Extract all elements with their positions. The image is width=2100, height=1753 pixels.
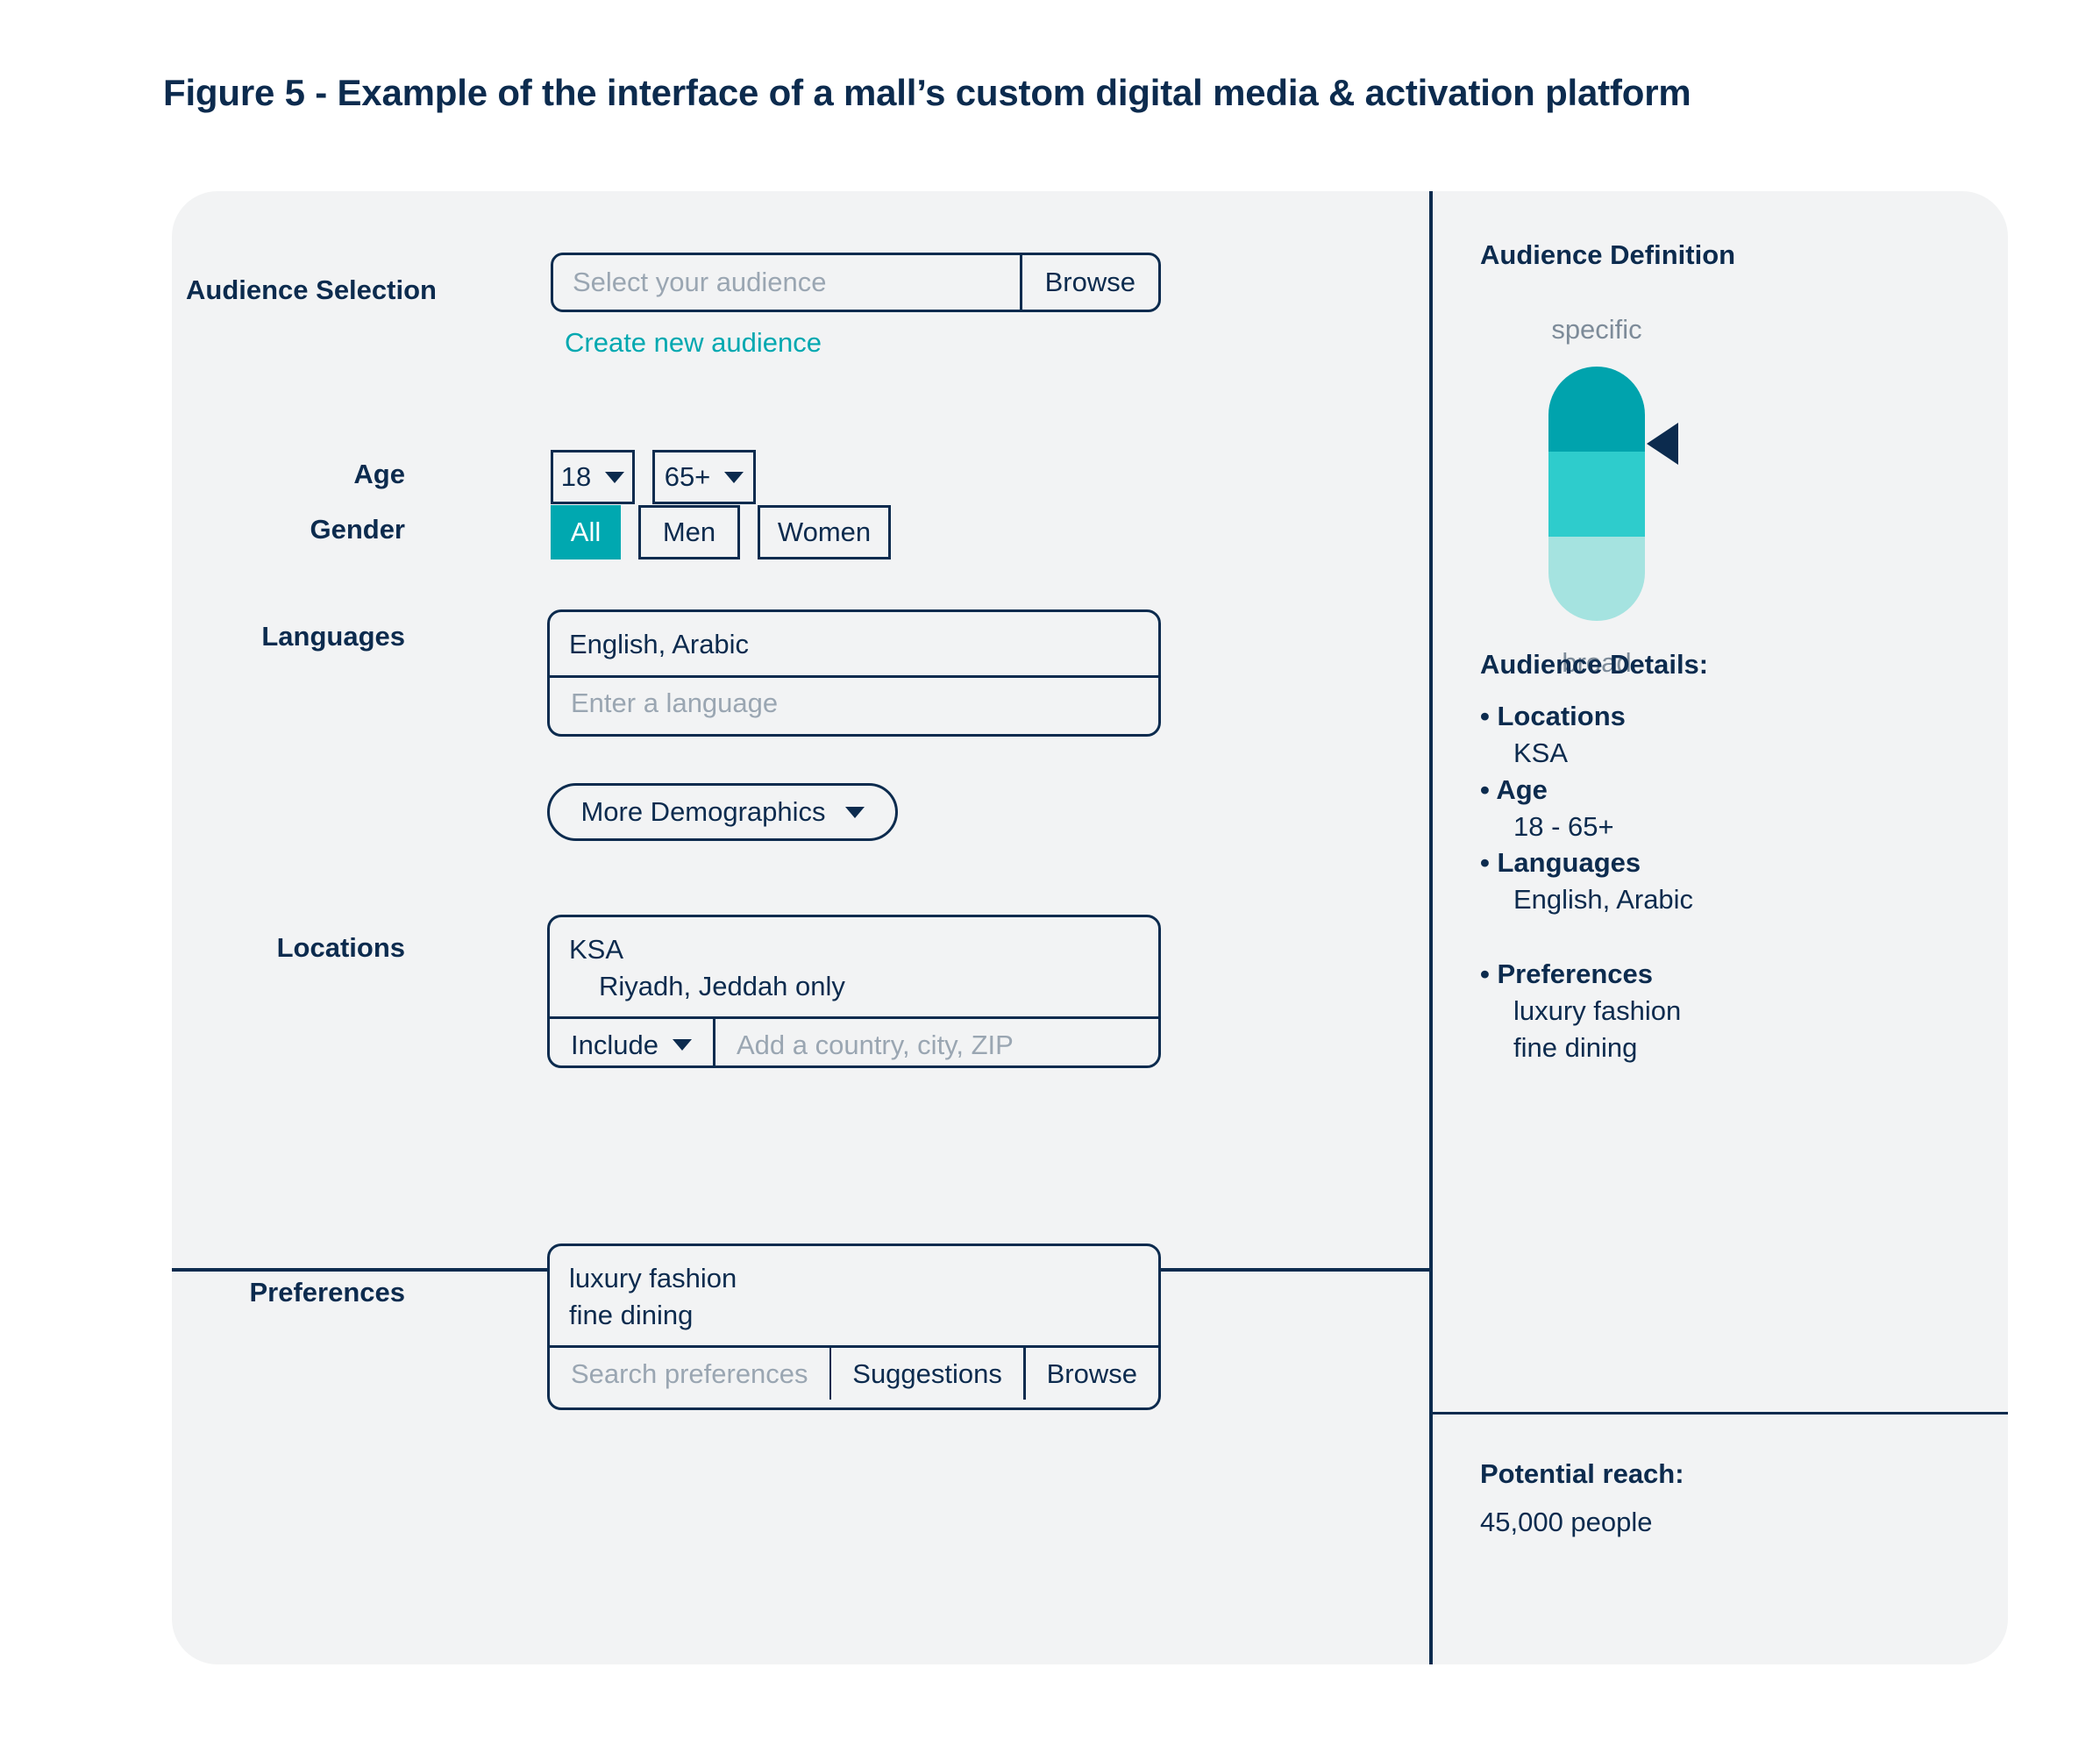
gender-option-men-label: Men xyxy=(662,517,716,547)
locations-mode-select[interactable]: Include xyxy=(550,1019,713,1065)
meter-band-broad xyxy=(1548,536,1645,621)
preferences-label: Preferences xyxy=(249,1277,405,1308)
detail-group-languages: • Languages English, Arabic xyxy=(1480,844,1693,918)
chevron-down-icon xyxy=(724,471,744,483)
locations-label: Locations xyxy=(276,932,405,963)
audience-definition-title: Audience Definition xyxy=(1480,239,1736,270)
detail-age-label: • Age xyxy=(1480,774,1548,805)
preferences-selected-list: luxury fashion fine dining xyxy=(550,1246,1158,1345)
audience-details-title: Audience Details: xyxy=(1480,649,1709,680)
gender-label: Gender xyxy=(310,514,405,545)
detail-preferences-label: • Preferences xyxy=(1480,958,1653,989)
audience-browse-button[interactable]: Browse xyxy=(1022,255,1158,310)
potential-reach-value: 45,000 people xyxy=(1480,1507,1653,1537)
audience-selection-label: Audience Selection xyxy=(186,274,437,305)
locations-mode-label: Include xyxy=(571,1029,658,1060)
platform-card: Audience Selection Select your audience … xyxy=(172,191,2008,1664)
gender-option-women-label: Women xyxy=(777,517,872,547)
chevron-down-icon xyxy=(672,1039,692,1051)
meter-band-specific xyxy=(1548,367,1645,453)
preferences-browse-button[interactable]: Browse xyxy=(1026,1348,1158,1400)
page-title: Figure 5 - Example of the interface of a… xyxy=(163,72,1691,113)
locations-input-row[interactable]: Include Add a country, city, ZIP xyxy=(550,1016,1158,1065)
detail-locations-value: KSA xyxy=(1513,737,1569,768)
age-max-value: 65+ xyxy=(664,461,711,492)
detail-age-value: 18 - 65+ xyxy=(1513,810,1614,842)
age-max-select[interactable]: 65+ xyxy=(652,450,756,504)
locations-field[interactable]: KSA Riyadh, Jeddah only Include Add a co… xyxy=(547,915,1161,1068)
meter-caption-specific: specific xyxy=(1551,314,1642,345)
audience-selection-input[interactable]: Select your audience xyxy=(553,255,1020,310)
preferences-input-row[interactable]: Search preferences Suggestions Browse xyxy=(550,1345,1158,1400)
potential-reach-title: Potential reach: xyxy=(1480,1458,1684,1489)
more-demographics-button[interactable]: More Demographics xyxy=(547,783,898,841)
detail-locations-label: • Locations xyxy=(1480,701,1626,731)
gender-option-women[interactable]: Women xyxy=(758,505,891,559)
preferences-selected-value-2: fine dining xyxy=(569,1299,694,1330)
chevron-down-icon xyxy=(605,471,625,483)
locations-input[interactable]: Add a country, city, ZIP xyxy=(715,1019,1158,1065)
detail-languages-value: English, Arabic xyxy=(1513,883,1694,915)
detail-group-age: • Age 18 - 65+ xyxy=(1480,772,1614,845)
chevron-down-icon xyxy=(844,806,865,818)
age-min-value: 18 xyxy=(560,461,592,492)
age-min-select[interactable]: 18 xyxy=(551,450,635,504)
gender-option-all-label: All xyxy=(570,517,602,547)
languages-input[interactable]: Enter a language xyxy=(550,678,1158,730)
detail-group-preferences: • Preferences luxury fashion fine dining xyxy=(1480,956,1681,1066)
gender-option-men[interactable]: Men xyxy=(638,505,740,559)
detail-group-locations: • Locations KSA xyxy=(1480,698,1626,772)
summary-horizontal-divider xyxy=(1429,1412,2008,1415)
locations-cities-value: Riyadh, Jeddah only xyxy=(599,970,845,1001)
detail-languages-label: • Languages xyxy=(1480,847,1641,878)
gender-option-all[interactable]: All xyxy=(551,505,621,559)
locations-country-value: KSA xyxy=(569,934,624,965)
meter-band-medium xyxy=(1548,452,1645,537)
languages-input-row[interactable]: Enter a language xyxy=(550,674,1158,730)
preferences-field[interactable]: luxury fashion fine dining Search prefer… xyxy=(547,1243,1161,1410)
detail-preferences-value-2: fine dining xyxy=(1513,1031,1638,1063)
more-demographics-label: More Demographics xyxy=(580,796,826,827)
create-new-audience-link[interactable]: Create new audience xyxy=(565,327,822,359)
figure-page: Figure 5 - Example of the interface of a… xyxy=(0,0,2100,1753)
audience-selection-field[interactable]: Select your audience Browse xyxy=(551,253,1161,312)
meter-pointer-icon xyxy=(1647,423,1678,465)
languages-label: Languages xyxy=(261,621,405,652)
preferences-suggestions-button[interactable]: Suggestions xyxy=(831,1348,1023,1400)
languages-selected-value: English, Arabic xyxy=(569,629,750,659)
languages-selected-list: English, Arabic xyxy=(550,612,1158,675)
preferences-search-input[interactable]: Search preferences xyxy=(550,1348,829,1400)
age-label: Age xyxy=(353,459,405,489)
detail-preferences-value-1: luxury fashion xyxy=(1513,994,1682,1026)
panel-vertical-divider xyxy=(1429,191,1433,1664)
locations-selected-list: KSA Riyadh, Jeddah only xyxy=(550,917,1158,1016)
languages-field[interactable]: English, Arabic Enter a language xyxy=(547,609,1161,737)
preferences-selected-value-1: luxury fashion xyxy=(569,1263,737,1293)
audience-definition-meter xyxy=(1548,367,1645,621)
